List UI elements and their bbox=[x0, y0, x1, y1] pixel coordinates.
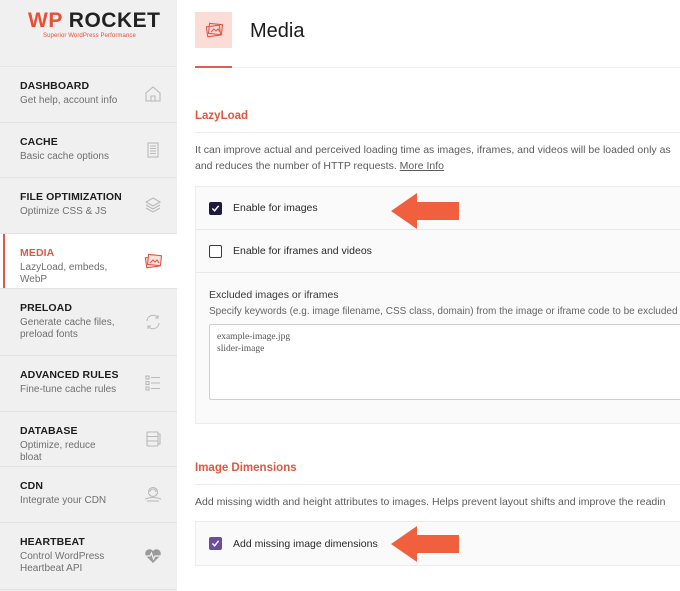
lazyload-description: It can improve actual and perceived load… bbox=[195, 142, 680, 174]
enable-iframes-checkbox[interactable] bbox=[209, 244, 222, 258]
lazyload-description-line1: It can improve actual and perceived load… bbox=[195, 144, 671, 156]
option-label: Add missing image dimensions bbox=[233, 537, 378, 550]
option-enable-images: Enable for images bbox=[196, 187, 680, 230]
logo-tagline: Superior WordPress Performance bbox=[43, 33, 136, 39]
sidebar-item-subtitle: Basic cache options bbox=[20, 150, 109, 162]
sidebar: WP ROCKET Superior WordPress Performance… bbox=[0, 0, 177, 591]
option-enable-iframes: Enable for iframes and videos bbox=[196, 230, 680, 273]
list-icon bbox=[143, 373, 163, 393]
annotation-arrow-icon bbox=[391, 526, 459, 562]
sidebar-item-subtitle: Integrate your CDN bbox=[20, 495, 107, 506]
sidebar-item-database[interactable]: DATABASE Optimize, reduce bloat bbox=[0, 412, 177, 467]
lazyload-options-panel: Enable for images Enable for iframes and… bbox=[195, 186, 680, 424]
sidebar-item-dashboard[interactable]: DASHBOARD Get help, account info bbox=[0, 67, 177, 123]
more-info-link[interactable]: More Info bbox=[400, 160, 444, 172]
image-dimensions-title: Image Dimensions bbox=[195, 462, 680, 485]
logo-wp: WP bbox=[28, 9, 63, 32]
refresh-icon bbox=[143, 312, 163, 332]
sidebar-nav: DASHBOARD Get help, account info CACHE B… bbox=[0, 66, 177, 590]
add-dimensions-checkbox[interactable] bbox=[209, 537, 222, 550]
sidebar-item-subtitle: Control WordPress Heartbeat API bbox=[20, 550, 105, 574]
option-add-missing-dimensions: Add missing image dimensions bbox=[196, 522, 680, 565]
document-icon bbox=[143, 140, 163, 160]
images-icon bbox=[143, 251, 163, 271]
excluded-description: Specify keywords (e.g. image filename, C… bbox=[209, 306, 680, 317]
wp-rocket-logo: WP ROCKET Superior WordPress Performance bbox=[0, 0, 177, 66]
check-icon bbox=[211, 540, 220, 547]
sidebar-item-advanced-rules[interactable]: ADVANCED RULES Fine-tune cache rules bbox=[0, 356, 177, 412]
image-dimensions-panel: Add missing image dimensions bbox=[195, 521, 680, 566]
heartbeat-icon bbox=[143, 546, 163, 566]
sidebar-item-media[interactable]: MEDIA LazyLoad, embeds, WebP bbox=[0, 233, 177, 289]
image-dimensions-section: Image Dimensions Add missing width and h… bbox=[195, 462, 680, 566]
sidebar-item-cdn[interactable]: CDN Integrate your CDN bbox=[0, 467, 177, 523]
excluded-images-field: Excluded images or iframes Specify keywo… bbox=[196, 273, 680, 423]
sidebar-item-preload[interactable]: PRELOAD Generate cache files, preload fo… bbox=[0, 289, 177, 356]
sidebar-item-heartbeat[interactable]: HEARTBEAT Control WordPress Heartbeat AP… bbox=[0, 523, 177, 590]
check-icon bbox=[211, 204, 220, 212]
sidebar-item-subtitle: Optimize, reduce bloat bbox=[20, 439, 96, 463]
header-active-underline bbox=[195, 66, 232, 68]
option-label: Enable for iframes and videos bbox=[233, 245, 372, 257]
image-dimensions-description: Add missing width and height attributes … bbox=[195, 496, 666, 508]
sidebar-item-cache[interactable]: CACHE Basic cache options bbox=[0, 123, 177, 178]
option-label: Enable for images bbox=[233, 202, 318, 214]
lazyload-description-line2: and reduces the number of HTTP requests.… bbox=[195, 160, 445, 172]
main-content: Media LazyLoad It can improve actual and… bbox=[177, 0, 680, 591]
sidebar-item-subtitle: LazyLoad, embeds, WebP bbox=[20, 261, 108, 285]
layers-icon bbox=[143, 195, 163, 215]
sidebar-item-file-optimization[interactable]: FILE OPTIMIZATION Optimize CSS & JS bbox=[0, 178, 177, 234]
sidebar-item-subtitle: Get help, account info bbox=[20, 95, 118, 106]
page-title: Media bbox=[250, 20, 305, 42]
cdn-icon bbox=[143, 484, 163, 504]
images-icon bbox=[195, 12, 232, 48]
excluded-textarea[interactable]: example-image.jpg slider-image bbox=[209, 324, 680, 400]
lazyload-section: LazyLoad It can improve actual and perce… bbox=[195, 110, 680, 424]
annotation-arrow-icon bbox=[391, 193, 459, 229]
excluded-title: Excluded images or iframes bbox=[209, 289, 339, 301]
logo-rocket: ROCKET bbox=[68, 9, 161, 32]
database-icon bbox=[143, 429, 163, 449]
enable-images-checkbox[interactable] bbox=[209, 201, 222, 215]
page-header: Media bbox=[195, 0, 680, 68]
sidebar-item-subtitle: Generate cache files, preload fonts bbox=[20, 317, 115, 340]
lazyload-title: LazyLoad bbox=[195, 110, 680, 133]
wp-rocket-settings-page: WP ROCKET Superior WordPress Performance… bbox=[0, 0, 680, 591]
home-icon bbox=[143, 84, 163, 104]
sidebar-item-subtitle: Fine-tune cache rules bbox=[20, 384, 117, 395]
sidebar-item-subtitle: Optimize CSS & JS bbox=[20, 206, 107, 217]
